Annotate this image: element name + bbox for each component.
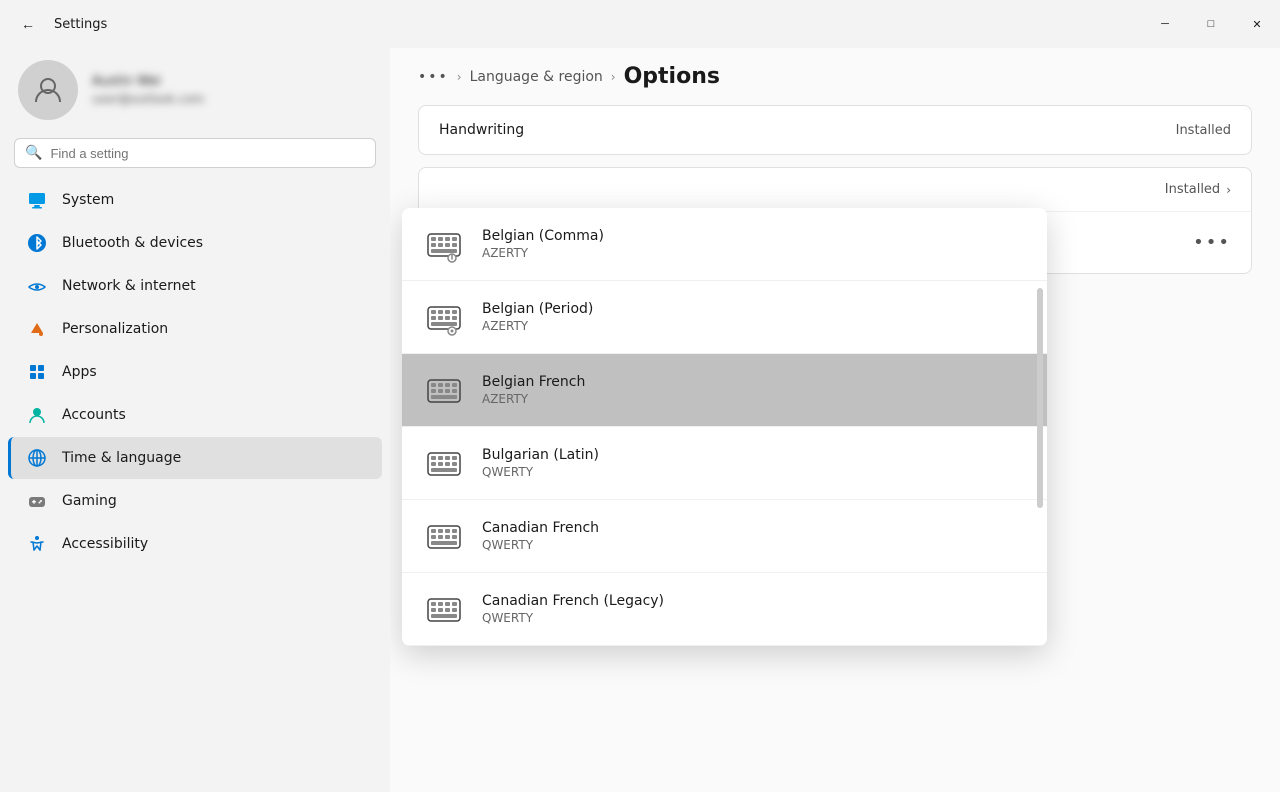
sidebar-item-accounts[interactable]: Accounts (8, 394, 382, 436)
sidebar-label-time: Time & language (62, 450, 181, 466)
user-email: user@outlook.com (92, 92, 204, 106)
dropdown-item-info: Canadian French QWERTY (482, 520, 599, 552)
user-info: Austin Wei user@outlook.com (92, 74, 204, 106)
dropdown-item-name: Belgian (Period) (482, 301, 593, 317)
sidebar-item-bluetooth[interactable]: Bluetooth & devices (8, 222, 382, 264)
more-options-icon[interactable]: ••• (1193, 232, 1231, 253)
handwriting-row: Handwriting Installed (418, 105, 1252, 155)
accounts-icon (26, 404, 48, 426)
titlebar-left: ← Settings (12, 8, 107, 40)
dropdown-item-layout: AZERTY (482, 392, 585, 406)
dropdown-item-info: Canadian French (Legacy) QWERTY (482, 593, 664, 625)
keyboard-installed-btn[interactable]: Installed › (1165, 182, 1231, 197)
dropdown-item-info: Bulgarian (Latin) QWERTY (482, 447, 599, 479)
dropdown-item-layout: QWERTY (482, 611, 664, 625)
globe-icon (26, 447, 48, 469)
dropdown-item-canadian-french-legacy[interactable]: Canadian French (Legacy) QWERTY (402, 573, 1047, 646)
sidebar-item-network[interactable]: Network & internet (8, 265, 382, 307)
close-button[interactable]: ✕ (1234, 8, 1280, 40)
avatar (18, 60, 78, 120)
search-container: 🔍 (0, 138, 390, 178)
dropdown-item-belgian-french[interactable]: Belgian French AZERTY (402, 354, 1047, 427)
keyboard-icon-belgian-french (422, 368, 466, 412)
breadcrumb: ••• › Language & region › Options (390, 48, 1280, 89)
breadcrumb-parent[interactable]: Language & region (470, 69, 603, 85)
dropdown-item-name: Canadian French (482, 520, 599, 536)
chevron-right-icon: › (1226, 183, 1231, 197)
dropdown-item-layout: QWERTY (482, 465, 599, 479)
dropdown-item-layout: QWERTY (482, 538, 599, 552)
sidebar-label-bluetooth: Bluetooth & devices (62, 235, 203, 251)
breadcrumb-current: Options (624, 64, 720, 89)
dropdown-item-belgian-comma[interactable]: Belgian (Comma) AZERTY (402, 208, 1047, 281)
content-area: ••• › Language & region › Options Handwr… (390, 48, 1280, 792)
keyboard-dropdown: Belgian (Comma) AZERTY (402, 208, 1047, 646)
sidebar-nav: System Bluetooth & devices (0, 178, 390, 566)
dropdown-item-info: Belgian (Comma) AZERTY (482, 228, 604, 260)
titlebar: ← Settings ─ □ ✕ (0, 0, 1280, 48)
network-icon (26, 275, 48, 297)
keyboard-icon-belgian-comma (422, 222, 466, 266)
sidebar-item-system[interactable]: System (8, 179, 382, 221)
dropdown-item-name: Belgian (Comma) (482, 228, 604, 244)
keyboard-icon-canadian-french-legacy (422, 587, 466, 631)
search-box: 🔍 (14, 138, 376, 168)
apps-icon (26, 361, 48, 383)
dropdown-item-belgian-period[interactable]: Belgian (Period) AZERTY (402, 281, 1047, 354)
sidebar-item-gaming[interactable]: Gaming (8, 480, 382, 522)
sidebar-item-accessibility[interactable]: Accessibility (8, 523, 382, 565)
sidebar-label-system: System (62, 192, 114, 208)
breadcrumb-sep1: › (457, 70, 462, 84)
keyboard-icon-canadian-french (422, 514, 466, 558)
sidebar-label-apps: Apps (62, 364, 97, 380)
gaming-icon (26, 490, 48, 512)
handwriting-status: Installed (1176, 123, 1231, 138)
titlebar-title: Settings (54, 17, 107, 32)
sidebar-item-personalization[interactable]: Personalization (8, 308, 382, 350)
dropdown-item-info: Belgian French AZERTY (482, 374, 585, 406)
dropdown-item-info: Belgian (Period) AZERTY (482, 301, 593, 333)
sidebar-label-accounts: Accounts (62, 407, 126, 423)
keyboard-icon-bulgarian-latin (422, 441, 466, 485)
paint-icon (26, 318, 48, 340)
keyboard-installed-row: Installed › (419, 168, 1251, 212)
monitor-icon (26, 189, 48, 211)
dropdown-item-layout: AZERTY (482, 246, 604, 260)
breadcrumb-dots[interactable]: ••• (418, 69, 449, 85)
main-layout: Austin Wei user@outlook.com 🔍 (0, 48, 1280, 792)
dropdown-scrollbar[interactable] (1037, 288, 1043, 508)
sidebar-label-gaming: Gaming (62, 493, 117, 509)
search-input[interactable] (50, 146, 365, 161)
bluetooth-icon (26, 232, 48, 254)
sidebar-item-apps[interactable]: Apps (8, 351, 382, 393)
dropdown-item-name: Bulgarian (Latin) (482, 447, 599, 463)
window-controls: ─ □ ✕ (1142, 8, 1280, 40)
breadcrumb-sep2: › (611, 70, 616, 84)
dropdown-item-canadian-french[interactable]: Canadian French QWERTY (402, 500, 1047, 573)
installed-label: Installed (1165, 182, 1220, 197)
handwriting-label: Handwriting (439, 122, 524, 138)
sidebar-label-personalization: Personalization (62, 321, 168, 337)
sidebar-item-time[interactable]: Time & language (8, 437, 382, 479)
sidebar-label-accessibility: Accessibility (62, 536, 148, 552)
sidebar: Austin Wei user@outlook.com 🔍 (0, 48, 390, 792)
search-icon: 🔍 (25, 145, 42, 161)
user-profile[interactable]: Austin Wei user@outlook.com (0, 48, 390, 138)
maximize-button[interactable]: □ (1188, 8, 1234, 40)
minimize-button[interactable]: ─ (1142, 8, 1188, 40)
user-name: Austin Wei (92, 74, 204, 89)
sidebar-label-network: Network & internet (62, 278, 196, 294)
dropdown-item-name: Canadian French (Legacy) (482, 593, 664, 609)
dropdown-item-layout: AZERTY (482, 319, 593, 333)
back-button[interactable]: ← (12, 8, 44, 40)
dropdown-item-bulgarian-latin[interactable]: Bulgarian (Latin) QWERTY (402, 427, 1047, 500)
back-icon: ← (21, 16, 35, 32)
accessibility-icon (26, 533, 48, 555)
keyboard-icon-belgian-period (422, 295, 466, 339)
dropdown-item-name: Belgian French (482, 374, 585, 390)
